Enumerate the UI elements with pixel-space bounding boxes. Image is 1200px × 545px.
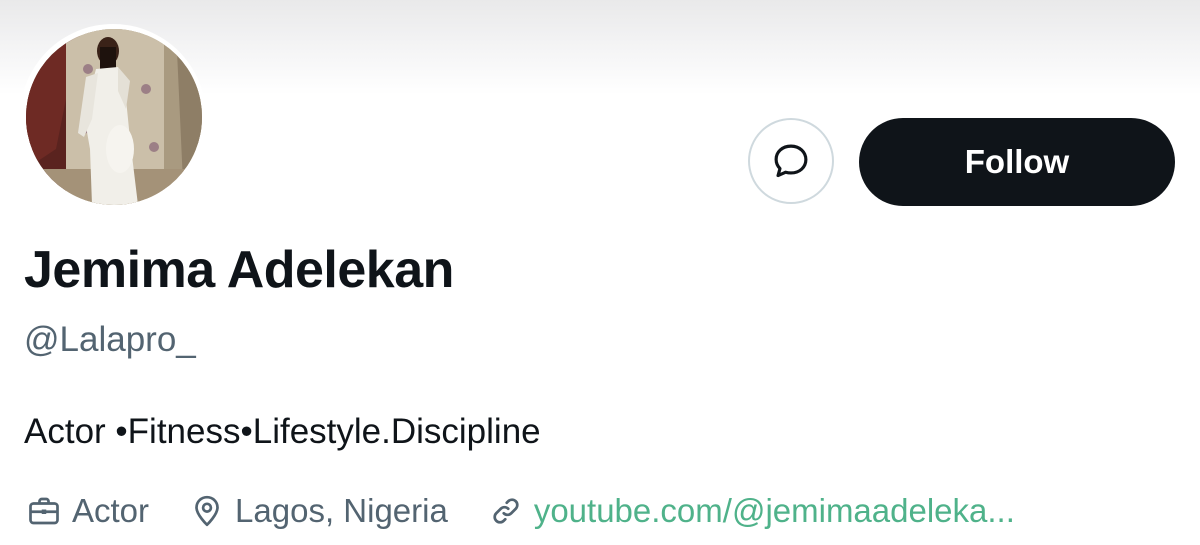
- website-link[interactable]: youtube.com/@jemimaadeleka...: [534, 492, 1015, 530]
- briefcase-icon: [24, 491, 64, 531]
- message-bubble-icon: [774, 144, 808, 178]
- follow-button[interactable]: Follow: [859, 118, 1175, 206]
- profession-item: Actor: [24, 491, 149, 531]
- display-name: Jemima Adelekan: [24, 241, 454, 299]
- avatar[interactable]: [26, 29, 202, 205]
- avatar-photo: [26, 29, 202, 205]
- location-item: Lagos, Nigeria: [187, 491, 448, 531]
- profile-meta-row: Actor Lagos, Nigeria youtube.com/@jemima…: [24, 486, 1015, 536]
- message-button[interactable]: [748, 118, 834, 204]
- website-item[interactable]: youtube.com/@jemimaadeleka...: [486, 491, 1015, 531]
- username-handle: @Lalapro_: [24, 320, 196, 359]
- profession-label: Actor: [72, 492, 150, 529]
- location-label: Lagos, Nigeria: [235, 492, 448, 529]
- location-pin-icon: [187, 491, 227, 531]
- link-icon: [486, 491, 526, 531]
- profile-bio: Actor •Fitness•Lifestyle.Discipline: [24, 412, 541, 451]
